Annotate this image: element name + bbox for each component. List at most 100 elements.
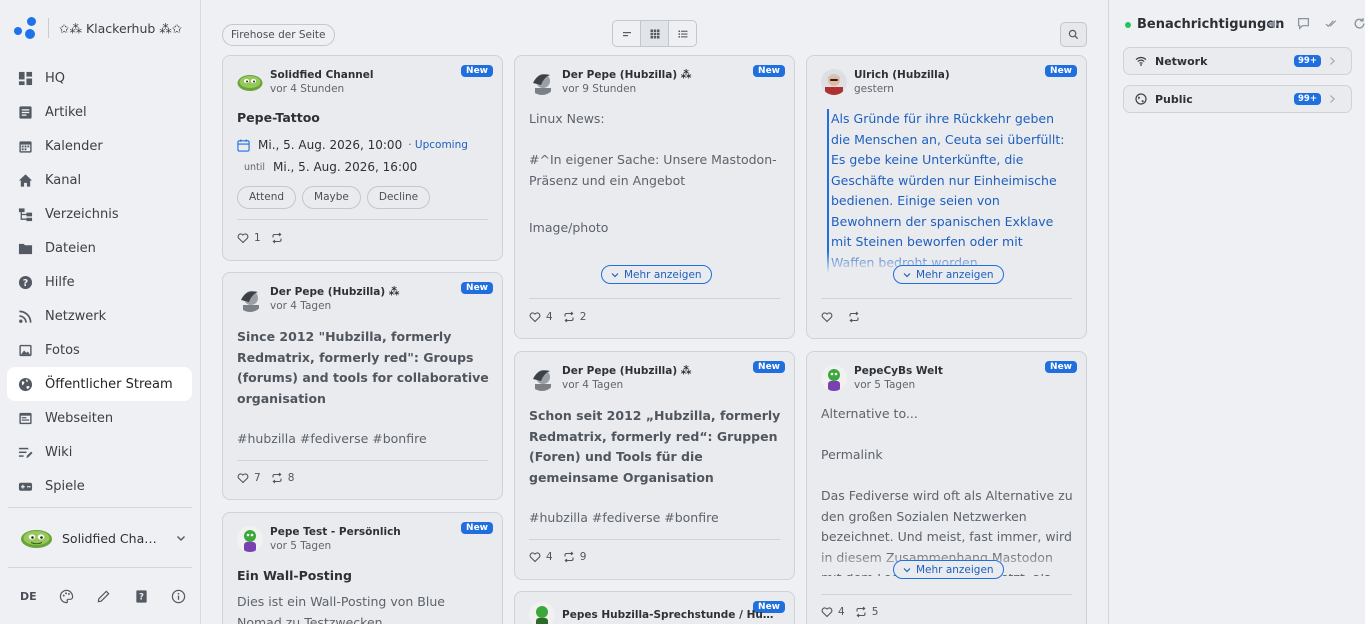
post-tags[interactable]: #hubzilla #fediverse #bonfire	[237, 429, 493, 450]
like-button[interactable]: 4	[821, 606, 845, 618]
show-more-button[interactable]: Mehr anzeigen	[893, 560, 1004, 579]
author-avatar[interactable]	[529, 365, 555, 391]
author-avatar[interactable]	[529, 69, 555, 95]
language-selector[interactable]: DE	[20, 590, 37, 603]
until-label: until	[244, 161, 266, 173]
author-avatar[interactable]	[237, 526, 263, 552]
nav-item-hilfe[interactable]: ? Hilfe	[7, 265, 192, 299]
heart-icon	[237, 473, 249, 484]
post-line[interactable]: #^In eigener Sache: Unsere Mastodon-Präs…	[529, 150, 785, 191]
home-icon	[17, 172, 33, 188]
nav-item-wiki[interactable]: Wiki	[7, 435, 192, 469]
notification-network[interactable]: Network 99+	[1123, 47, 1352, 75]
author-avatar[interactable]	[529, 602, 555, 624]
like-button[interactable]: 4	[529, 551, 553, 563]
like-button[interactable]	[821, 311, 838, 323]
permalink[interactable]: Permalink	[821, 445, 1077, 466]
nav-item-kalender[interactable]: Kalender	[7, 129, 192, 163]
author-name[interactable]: Pepe Test - Persönlich	[270, 526, 401, 538]
reshare-button[interactable]: 9	[563, 551, 586, 563]
palette-icon[interactable]	[59, 589, 74, 604]
post-card[interactable]: New Pepes Hubzilla-Sprechstunde / Hubzil…	[514, 591, 795, 624]
grid-view-button[interactable]	[641, 21, 669, 46]
reshare-button[interactable]: 2	[563, 311, 586, 323]
post-card[interactable]: New Der Pepe (Hubzilla) ⁂ vor 4 Tagen Sc…	[514, 351, 795, 580]
author-avatar[interactable]	[821, 365, 847, 391]
author-avatar[interactable]	[237, 286, 263, 312]
show-more-button[interactable]: Mehr anzeigen	[893, 265, 1004, 284]
post-title[interactable]: Pepe-Tattoo	[237, 110, 320, 125]
reshare-button[interactable]	[848, 311, 865, 323]
rsvp-buttons: Attend Maybe Decline	[237, 186, 436, 209]
info-icon[interactable]	[171, 589, 186, 604]
author-name[interactable]: Der Pepe (Hubzilla) ⁂	[562, 365, 692, 377]
author-name[interactable]: Pepes Hubzilla-Sprechstunde / Hubzilla..…	[562, 609, 777, 621]
post-card[interactable]: New Der Pepe (Hubzilla) ⁂ vor 4 Tagen Si…	[222, 272, 503, 500]
nav-item-spiele[interactable]: Spiele	[7, 469, 192, 503]
repeat-icon	[564, 311, 574, 323]
chevron-down-icon	[903, 272, 911, 277]
nav-item-artikel[interactable]: Artikel	[7, 95, 192, 129]
pencil-icon[interactable]	[96, 589, 111, 604]
heart-icon	[821, 607, 833, 618]
author-name[interactable]: Ulrich (Hubzilla)	[854, 69, 950, 81]
maybe-button[interactable]: Maybe	[302, 186, 361, 209]
nav-item-webseiten[interactable]: Webseiten	[7, 401, 192, 435]
refresh-icon[interactable]	[1353, 17, 1365, 30]
list-view-button[interactable]	[669, 21, 696, 46]
post-title[interactable]: Ein Wall-Posting	[237, 568, 352, 583]
reshare-button[interactable]: 5	[855, 606, 878, 618]
show-more-label: Mehr anzeigen	[624, 268, 702, 281]
notification-public[interactable]: Public 99+	[1123, 85, 1352, 113]
nav-item-fotos[interactable]: Fotos	[7, 333, 192, 367]
nav-item-dateien[interactable]: Dateien	[7, 231, 192, 265]
author-name[interactable]: Solidfied Channel	[270, 69, 374, 81]
nav-item-verzeichnis[interactable]: Verzeichnis	[7, 197, 192, 231]
firehose-filter-chip[interactable]: Firehose der Seite	[222, 24, 335, 46]
author-name[interactable]: PepeCyBs Welt	[854, 365, 943, 377]
post-card[interactable]: New Pepe Test - Persönlich vor 5 Tagen E…	[222, 512, 503, 624]
calendar-icon	[237, 138, 250, 152]
post-tags[interactable]: #hubzilla #fediverse #bonfire	[529, 508, 785, 529]
nav-item-oeffentlicher-stream[interactable]: Öffentlicher Stream	[7, 367, 192, 401]
card-divider	[237, 460, 488, 461]
reshare-button[interactable]	[271, 232, 288, 244]
post-card[interactable]: New Solidfied Channel vor 4 Stunden Pepe…	[222, 55, 503, 261]
author-name[interactable]: Der Pepe (Hubzilla) ⁂	[562, 69, 692, 81]
search-button[interactable]	[1060, 22, 1087, 47]
help-book-icon[interactable]: ?	[134, 589, 149, 604]
post-header: Ulrich (Hubzilla) gestern	[821, 69, 950, 95]
channel-switcher[interactable]: Solidfied Channel	[8, 518, 192, 558]
compact-view-button[interactable]	[613, 21, 641, 46]
author-name[interactable]: Der Pepe (Hubzilla) ⁂	[270, 286, 400, 298]
reshare-button[interactable]: 8	[271, 472, 294, 484]
megaphone-icon[interactable]	[1267, 18, 1279, 30]
post-card[interactable]: New Ulrich (Hubzilla) gestern Als Gründe…	[806, 55, 1087, 339]
like-button[interactable]: 1	[237, 232, 261, 244]
attend-button[interactable]: Attend	[237, 186, 297, 209]
nav-item-hq[interactable]: HQ	[7, 61, 192, 95]
nav-item-netzwerk[interactable]: Netzwerk	[7, 299, 192, 333]
like-button[interactable]: 7	[237, 472, 261, 484]
new-badge: New	[461, 65, 493, 77]
list-icon	[678, 30, 687, 38]
post-card[interactable]: New Der Pepe (Hubzilla) ⁂ vor 9 Stunden …	[514, 55, 795, 339]
like-count: 7	[254, 472, 261, 484]
post-actions: 7 8	[237, 472, 304, 484]
author-avatar[interactable]	[821, 69, 847, 95]
comment-icon[interactable]	[1297, 17, 1310, 30]
hq-icon	[17, 70, 33, 86]
show-more-button[interactable]: Mehr anzeigen	[601, 265, 712, 284]
show-more-label: Mehr anzeigen	[916, 268, 994, 281]
post-card[interactable]: New PepeCyBs Welt vor 5 Tagen Alternativ…	[806, 351, 1087, 624]
nav-item-kanal[interactable]: Kanal	[7, 163, 192, 197]
new-badge: New	[753, 361, 785, 373]
decline-button[interactable]: Decline	[366, 186, 431, 209]
globe-icon	[1135, 93, 1147, 105]
site-name: ✩⁂ Klackerhub ⁂✩	[59, 20, 183, 36]
author-avatar[interactable]	[237, 69, 263, 95]
brand[interactable]: ✩⁂ Klackerhub ⁂✩	[14, 17, 182, 39]
notification-label: Public	[1155, 92, 1193, 106]
like-button[interactable]: 4	[529, 311, 553, 323]
check-all-icon[interactable]	[1325, 17, 1338, 30]
